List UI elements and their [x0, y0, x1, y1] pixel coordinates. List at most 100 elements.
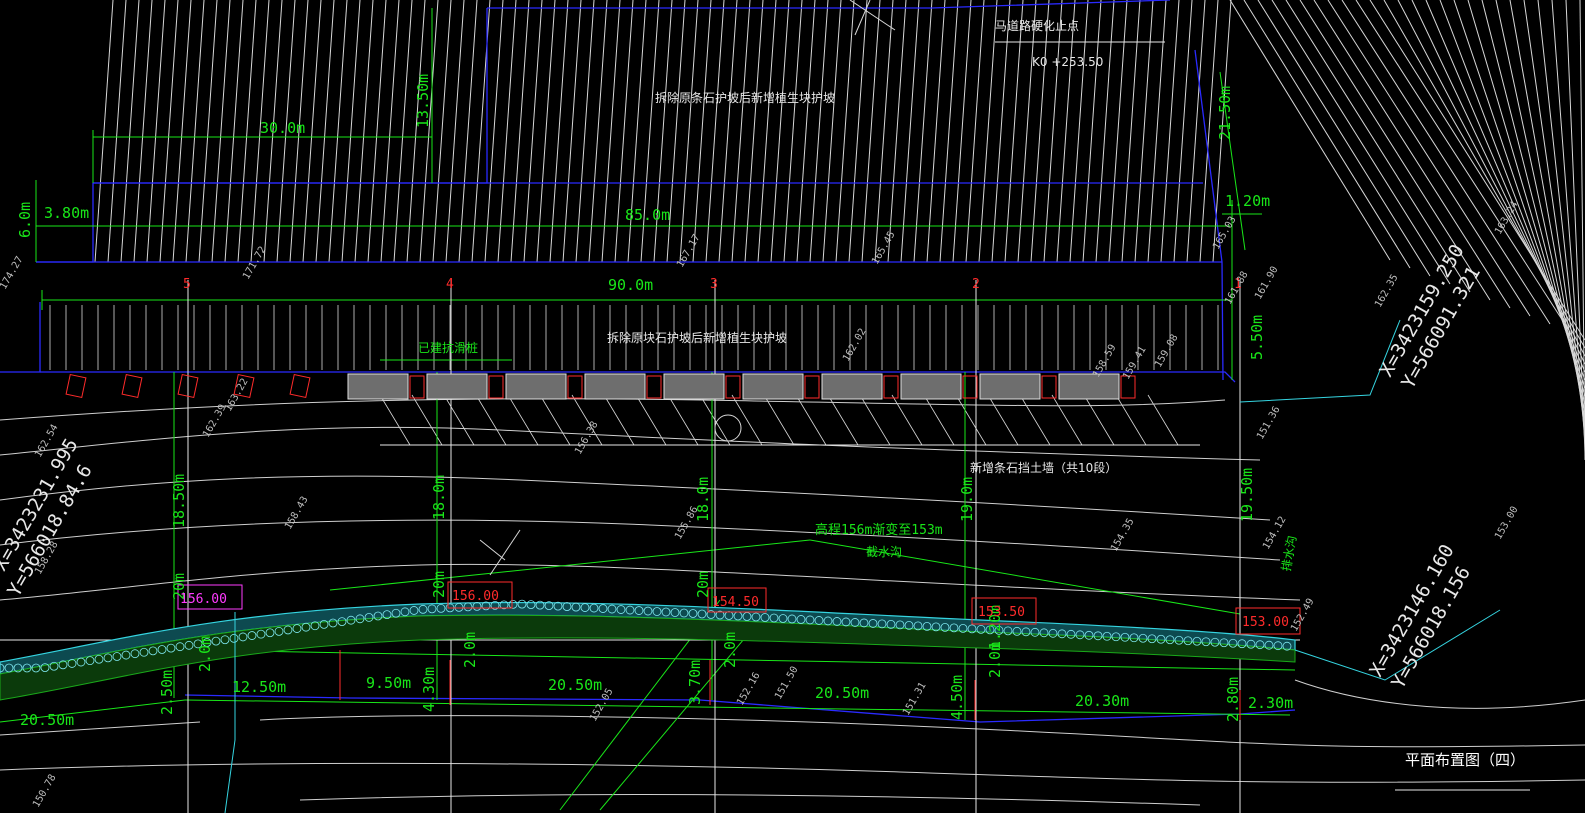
dimension-lines	[0, 8, 1296, 811]
contour-line	[0, 519, 1281, 561]
spot-elev: 163.22	[223, 377, 251, 414]
right-slope-hatch	[1229, 0, 1585, 461]
spot-elev: 153.00	[1493, 505, 1521, 542]
hatch-line	[1285, 0, 1471, 293]
elev-tag-4: 153.50	[978, 605, 1025, 620]
spot-elev: 171.72	[241, 245, 269, 282]
dim-20-3: 20.30m	[1075, 692, 1129, 710]
circle-marker	[714, 414, 742, 442]
hatch-line	[987, 394, 1019, 446]
wall-marker	[804, 375, 820, 399]
hatch-line	[507, 394, 539, 446]
hatch-line	[1147, 394, 1179, 446]
diagonal-ticks	[479, 0, 896, 576]
dim-2-80: 2.80m	[1224, 677, 1242, 722]
hatch-line	[859, 394, 891, 446]
annotations: 马道路硬化止点 K0 +253.50 拆除原条石护坡后新增植生块护坡 拆除原块石…	[418, 18, 1525, 769]
hatch-line	[539, 394, 571, 446]
dim-19-0: 19.0m	[958, 477, 976, 522]
hatch-line	[379, 394, 411, 446]
contour-line	[259, 715, 1585, 748]
station-5: 5	[183, 277, 191, 292]
wall-marker	[567, 375, 583, 399]
wall-block	[900, 373, 962, 400]
spot-elev: 159.08	[1153, 333, 1181, 370]
spot-elev: 154.35	[1109, 517, 1137, 554]
wall-block	[979, 373, 1041, 400]
wall-block	[663, 373, 725, 400]
hatch-line	[1019, 394, 1051, 446]
cad-drawing-canvas: 5 4 3 2 1 马道路硬化止点 K0 +253.50 拆除原条石护坡后新增植…	[0, 0, 1585, 813]
elev-tag-1: 156.00	[180, 592, 227, 607]
wall-block	[584, 373, 646, 400]
spot-elev: 155.86	[673, 505, 701, 542]
wall-marker	[725, 375, 741, 399]
dim-85: 85.0m	[625, 206, 670, 224]
wall-marker	[65, 373, 87, 399]
spot-elev: 161.88	[1223, 270, 1251, 307]
hatch-line	[603, 394, 635, 446]
hatch-line	[763, 394, 795, 446]
hatch-line	[1313, 0, 1511, 309]
spot-elev: 150.78	[31, 773, 59, 810]
drawing-title: 平面布置图（四）	[1405, 751, 1525, 769]
wall-marker	[1041, 375, 1057, 399]
wall-marker	[883, 375, 899, 399]
dim-1-2-top: 1.20m	[1225, 192, 1270, 210]
spot-elev: 162.35	[1373, 273, 1401, 310]
dim-6: 6.0m	[16, 202, 34, 238]
spot-elev: 161.90	[1253, 265, 1281, 302]
contour-line	[0, 762, 1585, 783]
lower-slope-note: 拆除原块石护坡后新增植生块护坡	[607, 330, 787, 345]
dim-20m-b: 20m	[430, 571, 448, 598]
dim-20-5a: 20.50m	[20, 711, 74, 729]
spot-elev: 165.45	[870, 230, 898, 267]
dim-4-30: 4.30m	[420, 667, 438, 712]
hatch-line	[891, 394, 923, 446]
wall-marker	[409, 375, 425, 399]
hatch-line	[1271, 0, 1451, 285]
drainage-ditch	[0, 601, 1296, 701]
dim-3-70: 3.70m	[686, 660, 704, 705]
dim-19-5: 19.50m	[1238, 468, 1256, 522]
dim-20m-c: 20m	[694, 571, 712, 598]
horse-road-end-note: 马道路硬化止点	[995, 18, 1079, 33]
hatch-line	[1051, 394, 1083, 446]
wall-marker	[488, 375, 504, 399]
spot-elev: 174.27	[0, 255, 26, 292]
wall-block	[742, 373, 804, 400]
wall-marker	[646, 375, 662, 399]
wall-block	[347, 373, 409, 400]
elevation-change-note: 高程156m渐变至153m	[815, 522, 943, 538]
hatch-line	[1383, 0, 1585, 349]
hatch-line	[1327, 0, 1531, 317]
station-2: 2	[972, 277, 980, 292]
hatch-line	[1115, 394, 1147, 446]
dim-3-8: 3.80m	[44, 204, 89, 222]
hatch-line	[443, 394, 475, 446]
spot-elev: 151.31	[901, 681, 929, 718]
retaining-wall-note: 新增条石挡土墙（共10段）	[970, 460, 1117, 475]
station-numbers: 5 4 3 2 1	[183, 277, 1242, 292]
dim-20-5b: 20.50m	[548, 676, 602, 694]
wall-block	[426, 373, 488, 400]
hatch-line	[955, 394, 987, 446]
spot-elev: 151.50	[773, 665, 801, 702]
contour-line	[1294, 679, 1585, 709]
wall-block	[1058, 373, 1120, 400]
drain-ditch-note-1: 截水沟	[866, 545, 902, 559]
dim-18-5: 18.50m	[170, 474, 188, 528]
wall-marker	[289, 373, 311, 399]
spot-elev: 158.43	[283, 495, 311, 532]
dim-2-0-b: 2.0m	[461, 632, 479, 668]
dim-2-0-a: 2.0m	[196, 636, 214, 672]
hatch-line	[1083, 394, 1115, 446]
dim-5-5: 5.50m	[1248, 315, 1266, 360]
drain-ditch-note-2: 排水沟	[1279, 535, 1299, 573]
dim-13-5: 13.50m	[414, 74, 432, 128]
spot-elev: 152.49	[1289, 597, 1317, 634]
station-3: 3	[710, 277, 718, 292]
dim-9-5: 9.50m	[366, 674, 411, 692]
hatch-line	[1523, 0, 1585, 429]
dim-4-50: 4.50m	[948, 675, 966, 720]
